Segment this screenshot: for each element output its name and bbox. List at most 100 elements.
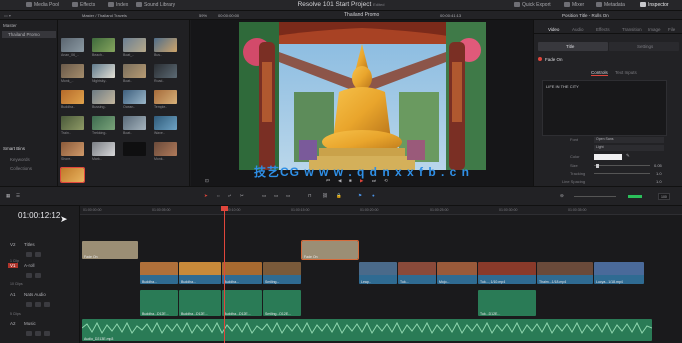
track-enable-icon[interactable] (35, 273, 41, 278)
video-clip[interactable]: Buddha... (222, 262, 262, 284)
overwrite-clip-icon[interactable]: ▭ (274, 193, 278, 199)
track-lock-icon[interactable] (26, 252, 32, 257)
clip-thumbnail[interactable] (154, 116, 177, 130)
clip-thumbnail[interactable] (92, 142, 115, 156)
timeline-zoom-slider[interactable] (574, 196, 616, 197)
tab-text-inputs[interactable]: Text Inputs (615, 70, 637, 75)
zoom-out-icon[interactable]: ⊖ (560, 193, 564, 199)
audio-clip[interactable]: Buddha...D12E... (222, 290, 262, 316)
track-lock-icon[interactable] (26, 273, 32, 278)
clip-thumbnail[interactable] (92, 90, 115, 104)
track-name-nats-audio[interactable]: Nats Audio (24, 292, 46, 297)
marker-icon[interactable]: ● (372, 193, 375, 198)
flag-icon[interactable]: ⚑ (358, 193, 362, 199)
clip-thumbnail[interactable] (154, 38, 177, 52)
playhead-handle[interactable] (221, 206, 228, 211)
title-clip-selected[interactable]: Fade On (301, 240, 359, 260)
fade-on-enable-toggle[interactable] (538, 57, 542, 61)
clip-thumbnail[interactable] (123, 64, 146, 78)
subtab-settings[interactable]: Settings (609, 42, 679, 51)
audio-clip[interactable]: Smiling...D12E... (263, 290, 301, 316)
track-lock-icon[interactable] (26, 302, 32, 307)
tracking-slider[interactable] (594, 173, 650, 174)
insert-clip-icon[interactable]: ▭ (262, 193, 266, 199)
bin-list-toggle[interactable]: ▭ ▾ (4, 13, 11, 18)
quick-export-button[interactable]: Quick Export (514, 2, 551, 8)
clip-thumbnail[interactable] (123, 90, 146, 104)
viewer-zoom[interactable]: 59% (199, 13, 207, 18)
audio-clip[interactable]: Buddha...D12E... (140, 290, 178, 316)
tab-transition[interactable]: Transition (622, 27, 642, 32)
track-mute-icon[interactable] (44, 331, 50, 336)
video-clip[interactable]: Buddha... (179, 262, 221, 284)
tab-effects[interactable]: Effects (596, 27, 610, 32)
dynamic-trim-icon[interactable]: ⤶ (228, 193, 231, 198)
current-timecode[interactable]: 01:00:12:12 (18, 211, 60, 220)
video-clip[interactable]: Tuk..., 1/10.mp4 (478, 262, 536, 284)
video-clip[interactable]: Tuk... (398, 262, 436, 284)
color-swatch[interactable] (594, 153, 622, 160)
position-lock-icon[interactable]: 🔒 (336, 193, 342, 199)
clip-view-icon[interactable]: ☰ (16, 193, 20, 199)
track-enable-icon[interactable] (35, 252, 41, 257)
clip-thumbnail[interactable] (123, 116, 146, 130)
reverse-icon[interactable]: ◀ (338, 178, 341, 184)
audio-clip[interactable]: Tuk...D12E... (478, 290, 536, 316)
tracking-value[interactable]: 1.0 (656, 171, 662, 176)
clip-thumbnail[interactable] (154, 64, 177, 78)
skip-back-icon[interactable]: ⏮ (326, 178, 330, 183)
clip-thumbnail[interactable] (61, 90, 84, 104)
snapping-icon[interactable]: ⊓ (308, 193, 312, 199)
viewer-options-icon[interactable]: ⊡ (205, 178, 209, 184)
track-mute-icon[interactable] (44, 302, 50, 307)
track-name-music[interactable]: Music (24, 321, 36, 326)
timeline-ruler[interactable]: 01:00:00:00 01:00:05:00 01:00:10:00 01:0… (80, 206, 682, 215)
music-clip[interactable]: Audio_D213E.mp3 (82, 319, 652, 341)
trim-tool-icon[interactable]: ⇔ (216, 193, 221, 198)
bin-thailand-promo[interactable]: Thailand Promo (8, 32, 40, 37)
track-solo-icon[interactable] (35, 302, 41, 307)
video-clip[interactable]: Thaim...1/18.mp4 (537, 262, 593, 284)
clip-thumbnail[interactable] (154, 142, 177, 156)
layout-icon[interactable]: ▦ (6, 193, 10, 199)
video-clip[interactable]: Buddha... (140, 262, 178, 284)
audio-clip[interactable]: Buddha...D12E... (179, 290, 221, 316)
video-clip[interactable]: Leap.. (359, 262, 397, 284)
playhead[interactable] (224, 206, 225, 343)
mixer-button[interactable]: Mixer (564, 2, 584, 8)
replace-clip-icon[interactable]: ▭ (286, 193, 290, 199)
video-clip[interactable]: Smiling... (263, 262, 301, 284)
clip-thumbnail[interactable] (92, 116, 115, 130)
clip-thumbnail[interactable] (61, 142, 84, 156)
video-clip[interactable]: Mojo... (437, 262, 477, 284)
skip-forward-icon[interactable]: ⏭ (372, 178, 376, 183)
track-name-titles[interactable]: Titles (24, 242, 35, 247)
color-picker-icon[interactable]: ✎ (626, 153, 630, 159)
font-dropdown[interactable]: Open Sans (594, 136, 664, 143)
linked-selection-icon[interactable]: ⛓ (322, 193, 328, 199)
clip-thumbnail[interactable] (61, 64, 84, 78)
stop-icon[interactable]: ■ (349, 178, 352, 183)
clip-thumbnail[interactable] (92, 64, 115, 78)
clip-thumbnail[interactable] (123, 38, 146, 52)
size-value[interactable]: 0.05 (654, 163, 662, 168)
tab-image[interactable]: Image (648, 27, 661, 32)
selection-tool-icon[interactable]: ➤ (204, 193, 208, 199)
video-clip[interactable]: Lucya...1/18.mp4 (594, 262, 644, 284)
smart-bin-collections[interactable]: Collections (10, 166, 32, 171)
size-slider[interactable] (594, 165, 650, 166)
line-spacing-value[interactable]: 1.0 (656, 179, 662, 184)
clip-thumbnail[interactable] (123, 142, 146, 156)
track-solo-icon[interactable] (35, 331, 41, 336)
clip-thumbnail[interactable] (154, 90, 177, 104)
title-clip[interactable]: Fade On (82, 241, 138, 259)
tab-audio[interactable]: Audio (572, 27, 584, 32)
clip-thumbnail[interactable] (61, 116, 84, 130)
track-lock-icon[interactable] (26, 331, 32, 336)
play-icon[interactable]: ▶ (360, 178, 363, 184)
track-id-v1[interactable]: V1 (8, 263, 18, 268)
font-style-dropdown[interactable]: Light (594, 144, 664, 151)
inspector-button[interactable]: Inspector (640, 2, 669, 8)
clip-thumbnail[interactable] (61, 38, 84, 52)
bin-master[interactable]: Master (3, 23, 17, 28)
